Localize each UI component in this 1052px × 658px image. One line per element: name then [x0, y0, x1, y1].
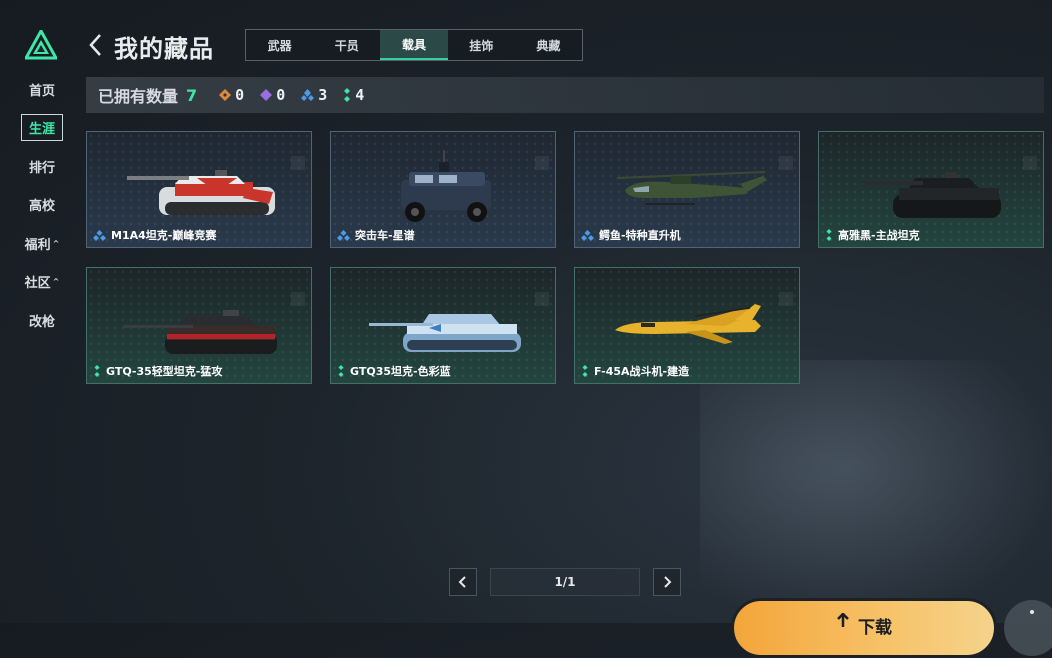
- caret-up-icon: ^: [52, 238, 60, 248]
- green-rarity-icon: [826, 229, 832, 241]
- vehicle-name-label: 高雅黑-主战坦克: [838, 229, 920, 242]
- helicopter-image: [616, 171, 767, 205]
- owned-summary-bar: 已拥有数量 7 0 0 3 4: [86, 77, 1044, 113]
- card-corner-decoration: [1023, 156, 1037, 170]
- vehicle-name: 突击车-星谱: [337, 227, 415, 243]
- vehicle-name: GTQ-35轻型坦克-猛攻: [93, 363, 222, 379]
- caret-up-icon: ^: [52, 277, 60, 287]
- tab-vehicles[interactable]: 载具: [380, 30, 448, 60]
- nav-item-label: 社区: [24, 276, 51, 292]
- download-label: 下载: [858, 618, 892, 638]
- vehicle-card[interactable]: 鳄鱼-特种直升机: [574, 131, 800, 248]
- nav-item-gunsmith[interactable]: 改枪: [14, 301, 70, 340]
- more-options-button[interactable]: [1004, 600, 1052, 656]
- card-corner-decoration: [291, 156, 305, 170]
- download-icon: [837, 613, 849, 627]
- category-tabs: 武器 干员 载具 挂饰 典藏: [245, 29, 583, 61]
- orange-diamond-icon: [219, 89, 232, 101]
- vehicle-card[interactable]: GTQ35坦克-色彩蓝: [330, 267, 556, 384]
- nav-item-community[interactable]: 社区 ^: [14, 263, 70, 302]
- prev-page-button[interactable]: [449, 568, 477, 596]
- nav-item-ranking[interactable]: 排行: [14, 147, 70, 186]
- nav-item-label: 生涯: [20, 114, 63, 142]
- rarity-count-green: 4: [343, 86, 364, 104]
- tank-gtq35-blue-image: [369, 314, 521, 352]
- tank-m1a4-image: [127, 170, 275, 215]
- vehicle-card[interactable]: 突击车-星谱: [330, 131, 556, 248]
- vehicle-card[interactable]: GTQ-35轻型坦克-猛攻: [86, 267, 312, 384]
- vehicle-name-label: 鳄鱼-特种直升机: [599, 229, 681, 242]
- blue-rarity-icon: [337, 229, 350, 241]
- blue-rarity-icon: [93, 229, 106, 241]
- vehicle-name: M1A4坦克-巅峰竞赛: [93, 227, 216, 243]
- vehicle-name: GTQ35坦克-色彩蓝: [337, 363, 451, 379]
- green-rarity-icon: [94, 365, 100, 377]
- vehicle-name-label: F-45A战斗机-建造: [594, 365, 690, 378]
- more-dot-icon: [1030, 610, 1034, 614]
- card-corner-decoration: [535, 292, 549, 306]
- tab-operators[interactable]: 干员: [313, 30, 380, 60]
- download-button[interactable]: 下载: [731, 598, 997, 658]
- vehicle-name: 鳄鱼-特种直升机: [581, 227, 681, 243]
- nav-item-label: 首页: [28, 83, 55, 99]
- nav-item-campus[interactable]: 高校: [14, 186, 70, 225]
- chevron-right-icon: [664, 576, 672, 588]
- nav-item-label: 福利: [24, 237, 51, 253]
- vehicle-card[interactable]: M1A4坦克-巅峰竞赛: [86, 131, 312, 248]
- green-rarity-icon: [338, 365, 344, 377]
- chevron-left-icon: [458, 576, 466, 588]
- page-title: 我的藏品: [114, 35, 214, 63]
- green-diamond-icon: [344, 88, 351, 102]
- vehicle-name-label: GTQ35坦克-色彩蓝: [350, 365, 451, 378]
- owned-count-value: 7: [186, 85, 198, 105]
- tank-black-image: [863, 172, 1001, 218]
- fighter-jet-f45a-image: [615, 304, 761, 344]
- rarity-count-value: 0: [235, 86, 245, 104]
- tab-charms[interactable]: 挂饰: [448, 30, 515, 60]
- blue-diamond-icon: [301, 89, 315, 101]
- card-corner-decoration: [779, 156, 793, 170]
- tab-collection[interactable]: 典藏: [515, 30, 582, 60]
- light-tank-gtq35-image: [123, 310, 277, 354]
- side-nav: 首页 生涯 排行 高校 福利 ^ 社区 ^ 改枪: [14, 70, 70, 340]
- purple-diamond-icon: [260, 89, 273, 101]
- rarity-count-blue: 3: [301, 86, 327, 104]
- background-storm: [700, 360, 1052, 630]
- card-corner-decoration: [535, 156, 549, 170]
- page-indicator: 1/1: [490, 568, 640, 596]
- rarity-count-value: 0: [276, 86, 286, 104]
- rarity-count-value: 4: [355, 86, 365, 104]
- green-rarity-icon: [582, 365, 588, 377]
- vehicle-name: 高雅黑-主战坦克: [825, 227, 920, 243]
- card-corner-decoration: [779, 292, 793, 306]
- next-page-button[interactable]: [653, 568, 681, 596]
- nav-item-label: 高校: [28, 199, 55, 215]
- vehicle-name: F-45A战斗机-建造: [581, 363, 689, 379]
- nav-item-label: 改枪: [28, 314, 55, 330]
- rarity-count-orange: 0: [219, 86, 244, 104]
- vehicle-card[interactable]: 高雅黑-主战坦克: [818, 131, 1044, 248]
- app-logo-icon: [25, 30, 57, 60]
- nav-item-home[interactable]: 首页: [14, 70, 70, 109]
- vehicle-card[interactable]: F-45A战斗机-建造: [574, 267, 800, 384]
- vehicle-name-label: M1A4坦克-巅峰竞赛: [111, 229, 217, 242]
- tab-weapons[interactable]: 武器: [246, 30, 313, 60]
- assault-vehicle-image: [401, 150, 491, 222]
- vehicle-name-label: GTQ-35轻型坦克-猛攻: [106, 365, 223, 378]
- back-arrow-icon[interactable]: [86, 31, 106, 59]
- nav-item-label: 排行: [28, 160, 55, 176]
- nav-item-welfare[interactable]: 福利 ^: [14, 224, 70, 263]
- vehicle-name-label: 突击车-星谱: [355, 229, 415, 242]
- rarity-count-value: 3: [318, 86, 328, 104]
- rarity-count-purple: 0: [260, 86, 285, 104]
- owned-count-label: 已拥有数量: [98, 87, 179, 106]
- blue-rarity-icon: [581, 229, 594, 241]
- card-corner-decoration: [291, 292, 305, 306]
- nav-item-career[interactable]: 生涯: [14, 109, 70, 148]
